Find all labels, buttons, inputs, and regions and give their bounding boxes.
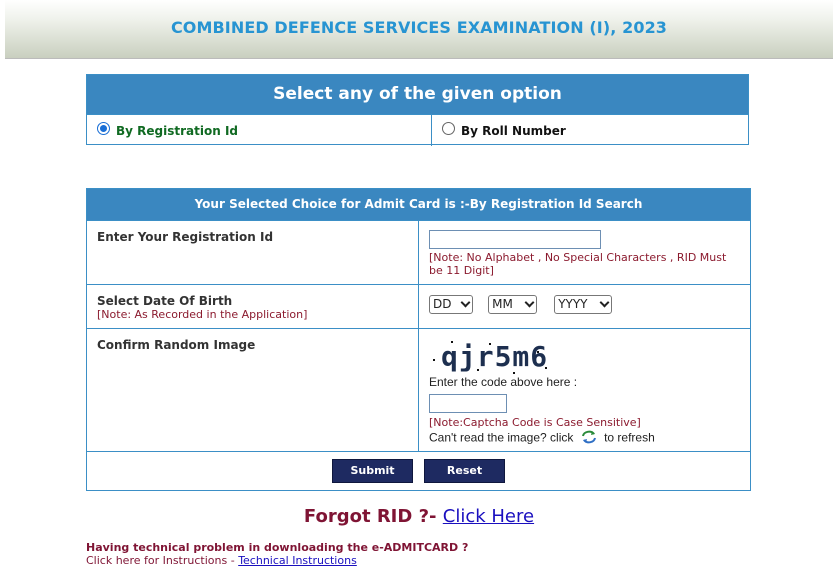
option-registration-id[interactable]: By Registration Id (87, 115, 432, 146)
month-select[interactable]: MM (488, 294, 538, 314)
technical-instructions-link[interactable]: Technical Instructions (238, 554, 357, 567)
chevron-down-icon (460, 297, 471, 307)
page-banner: COMBINED DEFENCE SERVICES EXAMINATION (I… (5, 0, 833, 59)
admit-card-form: Your Selected Choice for Admit Card is :… (86, 188, 751, 491)
captcha-note: [Note:Captcha Code is Case Sensitive] (429, 416, 641, 429)
technical-problem-text: Having technical problem in downloading … (86, 541, 469, 554)
registration-id-radio[interactable] (97, 122, 110, 135)
option-row: By Registration Id By Roll Number (87, 114, 748, 146)
forgot-rid-text: Forgot RID ?- (303, 506, 437, 527)
refresh-prefix: Can't read the image? click (429, 430, 574, 445)
month-select-value: MM (492, 297, 513, 311)
refresh-line: Can't read the image? click to refresh (429, 430, 740, 447)
refresh-icon[interactable] (581, 430, 597, 447)
rid-note: [Note: No Alphabet , No Special Characte… (429, 251, 727, 277)
forgot-rid-link[interactable]: Click Here (443, 506, 534, 527)
button-row: Submit Reset (87, 451, 750, 490)
instructions-line: Click here for Instructions - Technical … (86, 554, 357, 567)
option-panel: Select any of the given option By Regist… (86, 74, 749, 146)
option-roll-number[interactable]: By Roll Number (432, 115, 748, 146)
instructions-prefix: Click here for Instructions - (86, 554, 235, 567)
day-select-value: DD (433, 297, 452, 311)
option-panel-heading: Select any of the given option (87, 75, 748, 114)
captcha-label: Confirm Random Image (97, 338, 256, 352)
chevron-down-icon (524, 297, 535, 307)
forgot-rid: Forgot RID ?- Click Here (0, 506, 838, 527)
captcha-image: qjr5m6 (429, 339, 740, 375)
year-select[interactable]: YYYY (554, 294, 613, 314)
rid-row: Enter Your Registration Id [Note: No Alp… (87, 220, 750, 284)
year-select-value: YYYY (558, 297, 588, 311)
registration-id-input[interactable] (429, 230, 601, 249)
captcha-prompt: Enter the code above here : (429, 375, 578, 389)
day-select[interactable]: DD (429, 294, 473, 314)
dob-row: Select Date Of Birth [Note: As Recorded … (87, 284, 750, 328)
roll-number-label[interactable]: By Roll Number (461, 124, 566, 138)
rid-label: Enter Your Registration Id (97, 230, 274, 244)
submit-button[interactable]: Submit (332, 459, 413, 483)
form-heading: Your Selected Choice for Admit Card is :… (87, 189, 750, 220)
dob-label: Select Date Of Birth (97, 294, 233, 308)
chevron-down-icon (599, 297, 610, 307)
page-title: COMBINED DEFENCE SERVICES EXAMINATION (I… (170, 18, 668, 37)
reset-button[interactable]: Reset (424, 459, 505, 483)
dob-note: [Note: As Recorded in the Application] (97, 308, 308, 321)
refresh-suffix: to refresh (604, 430, 655, 445)
roll-number-radio[interactable] (442, 122, 455, 135)
registration-id-label[interactable]: By Registration Id (116, 124, 238, 138)
captcha-input[interactable] (429, 394, 507, 413)
captcha-row: Confirm Random Image qjr5m6 Enter the co… (87, 328, 750, 451)
